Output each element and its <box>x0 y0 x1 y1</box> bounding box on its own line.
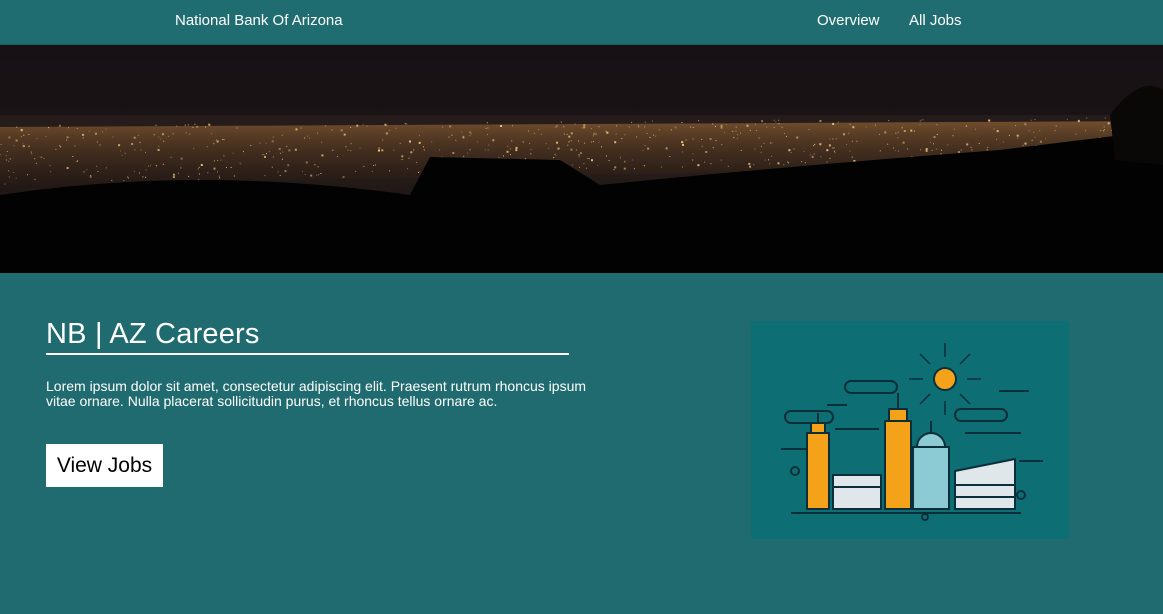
nav-link-all-jobs[interactable]: All Jobs <box>909 12 962 29</box>
top-navigation: National Bank Of Arizona Overview All Jo… <box>0 0 1163 45</box>
night-city-panorama <box>0 45 1163 273</box>
view-jobs-button[interactable]: View Jobs <box>46 444 163 487</box>
intro-paragraph: Lorem ipsum dolor sit amet, consectetur … <box>46 378 587 409</box>
brand-link[interactable]: National Bank Of Arizona <box>175 12 343 29</box>
title-underline <box>46 353 569 355</box>
sun-icon <box>909 343 981 415</box>
hero-image <box>0 45 1163 273</box>
city-skyline-illustration <box>751 321 1069 539</box>
nav-link-overview[interactable]: Overview <box>817 12 880 29</box>
page-title: NB | AZ Careers <box>46 318 260 350</box>
